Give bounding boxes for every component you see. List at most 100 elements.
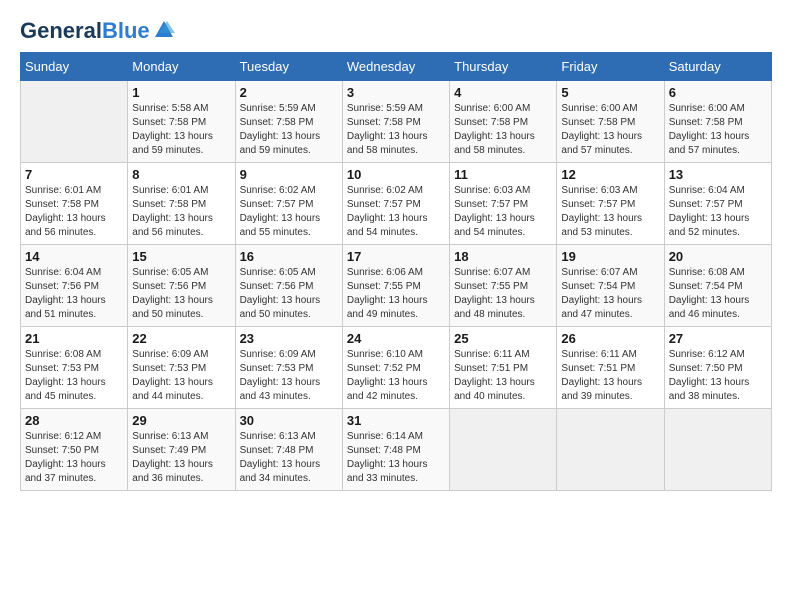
header-cell-wednesday: Wednesday [342,53,449,81]
day-cell [21,81,128,163]
day-cell: 13 Sunrise: 6:04 AM Sunset: 7:57 PM Dayli… [664,163,771,245]
day-cell: 14 Sunrise: 6:04 AM Sunset: 7:56 PM Dayli… [21,245,128,327]
day-cell: 2 Sunrise: 5:59 AM Sunset: 7:58 PM Daylig… [235,81,342,163]
day-number: 31 [347,413,445,428]
day-info: Sunrise: 6:14 AM Sunset: 7:48 PM Dayligh… [347,430,445,486]
day-number: 20 [669,249,767,264]
week-row-5: 28 Sunrise: 6:12 AM Sunset: 7:50 PM Dayli… [21,409,772,491]
day-number: 19 [561,249,659,264]
day-cell: 15 Sunrise: 6:05 AM Sunset: 7:56 PM Dayli… [128,245,235,327]
week-row-4: 21 Sunrise: 6:08 AM Sunset: 7:53 PM Dayli… [21,327,772,409]
day-cell: 9 Sunrise: 6:02 AM Sunset: 7:57 PM Daylig… [235,163,342,245]
day-info: Sunrise: 6:04 AM Sunset: 7:56 PM Dayligh… [25,266,123,322]
day-cell: 19 Sunrise: 6:07 AM Sunset: 7:54 PM Dayli… [557,245,664,327]
day-number: 14 [25,249,123,264]
day-number: 6 [669,85,767,100]
day-number: 12 [561,167,659,182]
week-row-2: 7 Sunrise: 6:01 AM Sunset: 7:58 PM Daylig… [21,163,772,245]
day-cell: 27Sunrise: 6:12 AM Sunset: 7:50 PM Dayli… [664,327,771,409]
day-info: Sunrise: 5:59 AM Sunset: 7:58 PM Dayligh… [240,102,338,158]
day-number: 15 [132,249,230,264]
day-cell: 5 Sunrise: 6:00 AM Sunset: 7:58 PM Daylig… [557,81,664,163]
day-cell: 31 Sunrise: 6:14 AM Sunset: 7:48 PM Dayli… [342,409,449,491]
day-number: 7 [25,167,123,182]
day-number: 22 [132,331,230,346]
day-number: 18 [454,249,552,264]
day-info: Sunrise: 6:08 AM Sunset: 7:53 PM Dayligh… [25,348,123,404]
day-info: Sunrise: 6:04 AM Sunset: 7:57 PM Dayligh… [669,184,767,240]
day-info: Sunrise: 6:05 AM Sunset: 7:56 PM Dayligh… [240,266,338,322]
week-row-3: 14 Sunrise: 6:04 AM Sunset: 7:56 PM Dayli… [21,245,772,327]
day-info: Sunrise: 6:02 AM Sunset: 7:57 PM Dayligh… [347,184,445,240]
day-info: Sunrise: 5:58 AM Sunset: 7:58 PM Dayligh… [132,102,230,158]
day-number: 10 [347,167,445,182]
day-info: Sunrise: 6:03 AM Sunset: 7:57 PM Dayligh… [561,184,659,240]
day-info: Sunrise: 6:06 AM Sunset: 7:55 PM Dayligh… [347,266,445,322]
day-info: Sunrise: 6:12 AM Sunset: 7:50 PM Dayligh… [669,348,767,404]
day-number: 25 [454,331,552,346]
day-cell: 20 Sunrise: 6:08 AM Sunset: 7:54 PM Dayli… [664,245,771,327]
logo-icon [153,19,175,41]
day-cell [450,409,557,491]
day-info: Sunrise: 6:12 AM Sunset: 7:50 PM Dayligh… [25,430,123,486]
day-info: Sunrise: 6:00 AM Sunset: 7:58 PM Dayligh… [561,102,659,158]
header-cell-monday: Monday [128,53,235,81]
header-cell-friday: Friday [557,53,664,81]
header-cell-sunday: Sunday [21,53,128,81]
header-cell-tuesday: Tuesday [235,53,342,81]
day-info: Sunrise: 6:11 AM Sunset: 7:51 PM Dayligh… [561,348,659,404]
day-cell [664,409,771,491]
day-info: Sunrise: 6:01 AM Sunset: 7:58 PM Dayligh… [132,184,230,240]
day-number: 16 [240,249,338,264]
day-number: 28 [25,413,123,428]
day-info: Sunrise: 6:05 AM Sunset: 7:56 PM Dayligh… [132,266,230,322]
day-number: 2 [240,85,338,100]
day-number: 3 [347,85,445,100]
day-cell: 11Sunrise: 6:03 AM Sunset: 7:57 PM Dayli… [450,163,557,245]
day-info: Sunrise: 6:13 AM Sunset: 7:48 PM Dayligh… [240,430,338,486]
day-cell: 12 Sunrise: 6:03 AM Sunset: 7:57 PM Dayli… [557,163,664,245]
day-cell: 29Sunrise: 6:13 AM Sunset: 7:49 PM Dayli… [128,409,235,491]
header-cell-saturday: Saturday [664,53,771,81]
day-cell [557,409,664,491]
day-cell: 30 Sunrise: 6:13 AM Sunset: 7:48 PM Dayli… [235,409,342,491]
day-info: Sunrise: 6:07 AM Sunset: 7:55 PM Dayligh… [454,266,552,322]
day-number: 11 [454,167,552,182]
day-info: Sunrise: 6:07 AM Sunset: 7:54 PM Dayligh… [561,266,659,322]
day-info: Sunrise: 6:02 AM Sunset: 7:57 PM Dayligh… [240,184,338,240]
week-row-1: 1Sunrise: 5:58 AM Sunset: 7:58 PM Daylig… [21,81,772,163]
day-cell: 18 Sunrise: 6:07 AM Sunset: 7:55 PM Dayli… [450,245,557,327]
day-cell: 8 Sunrise: 6:01 AM Sunset: 7:58 PM Daylig… [128,163,235,245]
day-number: 30 [240,413,338,428]
day-cell: 7 Sunrise: 6:01 AM Sunset: 7:58 PM Daylig… [21,163,128,245]
day-number: 21 [25,331,123,346]
day-number: 26 [561,331,659,346]
day-cell: 21 Sunrise: 6:08 AM Sunset: 7:53 PM Dayli… [21,327,128,409]
day-number: 29 [132,413,230,428]
day-number: 17 [347,249,445,264]
header-row: SundayMondayTuesdayWednesdayThursdayFrid… [21,53,772,81]
day-number: 5 [561,85,659,100]
day-number: 9 [240,167,338,182]
day-cell: 17 Sunrise: 6:06 AM Sunset: 7:55 PM Dayli… [342,245,449,327]
day-cell: 4 Sunrise: 6:00 AM Sunset: 7:58 PM Daylig… [450,81,557,163]
day-cell: 10 Sunrise: 6:02 AM Sunset: 7:57 PM Dayli… [342,163,449,245]
day-number: 8 [132,167,230,182]
day-cell: 16 Sunrise: 6:05 AM Sunset: 7:56 PM Dayli… [235,245,342,327]
day-number: 4 [454,85,552,100]
day-cell: 28 Sunrise: 6:12 AM Sunset: 7:50 PM Dayli… [21,409,128,491]
day-cell: 23Sunrise: 6:09 AM Sunset: 7:53 PM Dayli… [235,327,342,409]
day-cell: 6Sunrise: 6:00 AM Sunset: 7:58 PM Daylig… [664,81,771,163]
day-info: Sunrise: 6:08 AM Sunset: 7:54 PM Dayligh… [669,266,767,322]
day-info: Sunrise: 6:11 AM Sunset: 7:51 PM Dayligh… [454,348,552,404]
logo-text: GeneralBlue [20,20,150,42]
day-info: Sunrise: 6:01 AM Sunset: 7:58 PM Dayligh… [25,184,123,240]
day-number: 13 [669,167,767,182]
day-info: Sunrise: 5:59 AM Sunset: 7:58 PM Dayligh… [347,102,445,158]
day-cell: 26 Sunrise: 6:11 AM Sunset: 7:51 PM Dayli… [557,327,664,409]
page-header: GeneralBlue [20,20,772,42]
day-number: 24 [347,331,445,346]
day-cell: 25 Sunrise: 6:11 AM Sunset: 7:51 PM Dayli… [450,327,557,409]
day-info: Sunrise: 6:00 AM Sunset: 7:58 PM Dayligh… [454,102,552,158]
day-cell: 22Sunrise: 6:09 AM Sunset: 7:53 PM Dayli… [128,327,235,409]
